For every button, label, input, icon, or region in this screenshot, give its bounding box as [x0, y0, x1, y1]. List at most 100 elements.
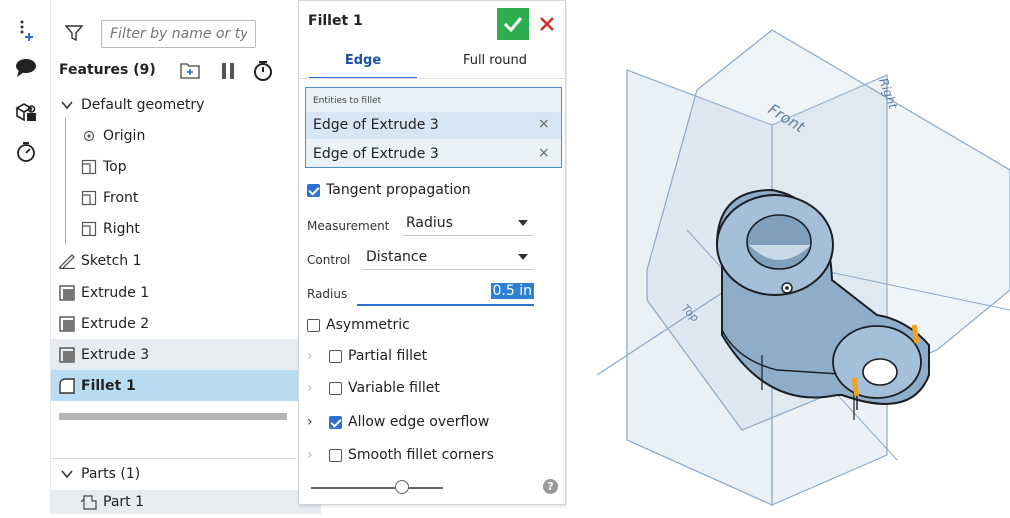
control-label: Control	[307, 253, 351, 267]
tangent-propagation-row[interactable]: Tangent propagation	[307, 182, 471, 198]
feature-extrude-3[interactable]: Extrude 3	[51, 339, 299, 370]
features-header: Features (9)	[59, 62, 156, 78]
timer-icon[interactable]	[14, 140, 38, 164]
parts-icon[interactable]	[14, 100, 38, 124]
remove-entity-icon[interactable]: ×	[538, 116, 550, 132]
filter-input[interactable]	[101, 20, 256, 48]
tab-edge[interactable]: Edge	[309, 45, 417, 79]
feature-label: Extrude 3	[81, 346, 150, 363]
slider-handle[interactable]	[395, 480, 409, 494]
plane-icon	[79, 157, 99, 177]
left-toolbar	[0, 0, 51, 514]
tree-guide-line	[65, 118, 66, 244]
feature-label: Right	[103, 220, 140, 237]
extrude-icon	[57, 345, 77, 365]
parts-header: Parts (1)	[81, 465, 141, 482]
graphics-viewport[interactable]: Front Right Top	[567, 0, 1010, 514]
feature-sketch-1[interactable]: Sketch 1	[57, 245, 299, 276]
tangent-propagation-checkbox[interactable]	[307, 183, 320, 197]
dialog-title: Fillet 1	[308, 13, 363, 29]
feature-plane-right[interactable]: Right	[79, 213, 321, 244]
chevron-right-icon[interactable]: ›	[307, 447, 323, 463]
entities-label: Entities to fillet	[313, 96, 382, 106]
caret-down-icon	[518, 254, 528, 260]
feature-label: Top	[103, 158, 127, 175]
add-folder-icon[interactable]	[179, 60, 201, 84]
preview-slider[interactable]	[311, 487, 443, 489]
entity-item[interactable]: Edge of Extrude 3 ×	[306, 141, 561, 167]
chevron-right-icon[interactable]: ›	[307, 380, 323, 396]
chevron-down-icon[interactable]	[57, 464, 77, 484]
asymmetric-row[interactable]: Asymmetric	[307, 317, 410, 333]
variable-fillet-row[interactable]: › Variable fillet	[307, 380, 440, 396]
feature-extrude-1[interactable]: Extrude 1	[57, 277, 299, 308]
pause-icon[interactable]	[221, 62, 235, 84]
origin-dot	[785, 286, 789, 290]
partial-fillet-row[interactable]: › Partial fillet	[307, 348, 427, 364]
feature-extrude-2[interactable]: Extrude 2	[57, 308, 299, 339]
entity-item[interactable]: Edge of Extrude 3 ×	[306, 112, 561, 139]
asymmetric-checkbox[interactable]	[307, 318, 320, 332]
caret-down-icon	[518, 220, 528, 226]
fillet-dialog: Fillet 1 Edge Full round Entities to fil…	[298, 0, 566, 505]
fillet-icon	[57, 376, 77, 396]
feature-fillet-1[interactable]: Fillet 1	[51, 370, 299, 401]
part-icon	[79, 492, 99, 512]
sketch-icon	[57, 251, 77, 271]
plane-icon	[79, 219, 99, 239]
entity-label: Edge of Extrude 3	[313, 146, 439, 162]
rollback-timer-icon[interactable]	[253, 60, 273, 86]
extrude-icon	[57, 314, 77, 334]
feature-plane-top[interactable]: Top	[79, 151, 321, 182]
extrude-icon	[57, 283, 77, 303]
feature-label: Sketch 1	[81, 252, 142, 269]
insert-feature-icon[interactable]	[14, 18, 38, 42]
variable-fillet-checkbox[interactable]	[329, 381, 342, 395]
chevron-down-icon[interactable]	[57, 95, 77, 115]
allow-edge-overflow-label: Allow edge overflow	[348, 414, 490, 430]
smooth-corners-label: Smooth fillet corners	[348, 447, 494, 463]
filter-icon[interactable]	[64, 24, 84, 46]
asymmetric-label: Asymmetric	[326, 317, 410, 333]
part-1[interactable]: Part 1	[51, 490, 321, 514]
allow-edge-overflow-checkbox[interactable]	[329, 415, 342, 429]
control-select[interactable]: Distance	[362, 245, 534, 270]
partial-fillet-checkbox[interactable]	[329, 349, 342, 363]
chevron-right-icon[interactable]: ›	[307, 414, 323, 430]
close-icon	[540, 17, 554, 31]
smooth-corners-row[interactable]: › Smooth fillet corners	[307, 447, 494, 463]
control-value: Distance	[366, 249, 428, 265]
origin-icon	[79, 126, 99, 146]
accept-button[interactable]	[497, 8, 529, 40]
radius-input[interactable]: 0.5 in	[357, 281, 534, 306]
parts-group[interactable]: Parts (1)	[57, 458, 299, 489]
entity-label: Edge of Extrude 3	[313, 117, 439, 133]
feature-origin[interactable]: Origin	[79, 120, 321, 151]
feature-label: Fillet 1	[81, 377, 136, 394]
feature-list-panel: Features (9) Default geometry Origin Top…	[51, 0, 321, 514]
tab-divider	[299, 78, 565, 79]
entities-box[interactable]: Entities to fillet Edge of Extrude 3 × E…	[305, 87, 562, 168]
rollback-bar[interactable]	[59, 413, 287, 420]
tab-full-round[interactable]: Full round	[433, 45, 557, 77]
partial-fillet-label: Partial fillet	[348, 348, 428, 364]
cancel-button[interactable]	[535, 12, 559, 36]
checkmark-icon	[503, 17, 523, 32]
variable-fillet-label: Variable fillet	[348, 380, 440, 396]
feature-label: Front	[103, 189, 139, 206]
measurement-value: Radius	[406, 215, 453, 231]
smooth-corners-checkbox[interactable]	[329, 448, 342, 462]
feature-label: Extrude 1	[81, 284, 150, 301]
comment-icon[interactable]	[14, 56, 38, 80]
remove-entity-icon[interactable]: ×	[538, 145, 550, 161]
model-view: Front Right Top	[596, 29, 1010, 506]
feature-group-default-geometry[interactable]: Default geometry	[57, 89, 299, 120]
help-icon[interactable]: ?	[543, 479, 558, 494]
feature-plane-front[interactable]: Front	[79, 182, 321, 213]
plane-icon	[79, 188, 99, 208]
measurement-select[interactable]: Radius	[402, 211, 534, 236]
tangent-propagation-label: Tangent propagation	[326, 182, 471, 198]
allow-edge-overflow-row[interactable]: › Allow edge overflow	[307, 414, 489, 430]
chevron-right-icon[interactable]: ›	[307, 348, 323, 364]
radius-value: 0.5 in	[490, 283, 534, 299]
